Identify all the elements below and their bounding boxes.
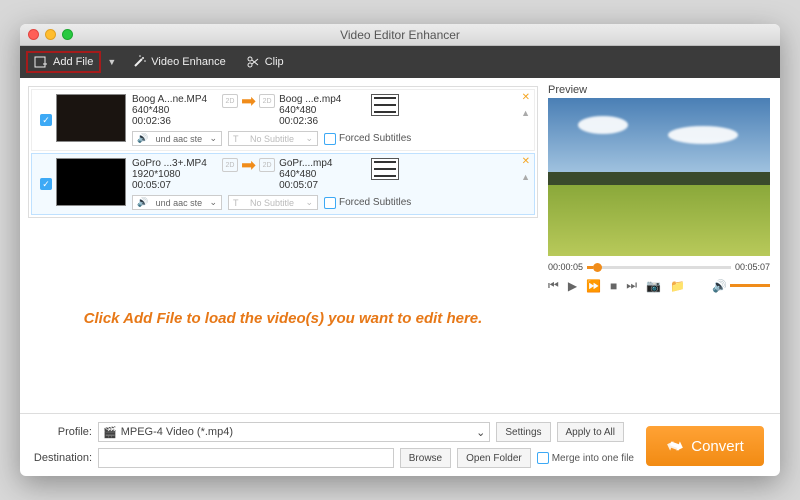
seek-slider[interactable] (587, 266, 731, 269)
prev-button[interactable]: ⏮ (548, 278, 559, 293)
output-format-icon[interactable] (371, 158, 399, 180)
open-folder-button[interactable]: Open Folder (457, 448, 531, 468)
arrow-icon: ➡ (241, 95, 256, 107)
audio-track-select[interactable]: 🔊und aac ste⌄ (132, 195, 222, 210)
browse-button[interactable]: Browse (400, 448, 451, 468)
add-file-button[interactable]: Add File (26, 51, 101, 73)
audio-track-select[interactable]: 🔊und aac ste⌄ (132, 131, 222, 146)
src-filename: Boog A...ne.MP4 (132, 94, 218, 105)
convert-label: Convert (691, 438, 744, 455)
src-2d-badge: 2D (222, 158, 238, 172)
time-total: 00:05:07 (735, 262, 770, 272)
next-button[interactable]: ⏭ (626, 278, 637, 293)
src-filename: GoPro ...3+.MP4 (132, 158, 218, 169)
wand-icon (132, 55, 146, 69)
window-title: Video Editor Enhancer (20, 28, 780, 42)
dst-duration: 00:02:36 (279, 116, 365, 127)
subtitle-select[interactable]: TNo Subtitle⌄ (228, 195, 318, 210)
src-resolution: 640*480 (132, 105, 218, 116)
convert-icon (666, 437, 684, 455)
file-row[interactable]: ✓ Boog A...ne.MP4 640*480 00:02:36 2D ➡ (31, 89, 535, 151)
toolbar: Add File ▼ Video Enhance Clip (20, 46, 780, 78)
snapshot-button[interactable]: 📷 (646, 279, 661, 293)
empty-hint: Click Add File to load the video(s) you … (28, 224, 538, 413)
content: ✓ Boog A...ne.MP4 640*480 00:02:36 2D ➡ (20, 78, 780, 413)
forced-subtitles-check[interactable]: Forced Subtitles (324, 195, 411, 210)
preview-panel: Preview 00:00:05 00:05:07 ⏮ ▶ ⏩ ■ ⏭ 📷 (546, 78, 780, 413)
output-format-icon[interactable] (371, 94, 399, 116)
profile-select[interactable]: 🎬MPEG-4 Video (*.mp4) ⌄ (98, 422, 490, 442)
scissors-icon (246, 55, 260, 69)
move-row-button[interactable]: ▲ (521, 172, 530, 182)
file-panel: ✓ Boog A...ne.MP4 640*480 00:02:36 2D ➡ (20, 78, 546, 413)
open-snapshot-folder-button[interactable]: 📁 (670, 279, 685, 293)
playback-controls: ⏮ ▶ ⏩ ■ ⏭ 📷 📁 🔊 (548, 278, 770, 293)
src-duration: 00:05:07 (132, 180, 218, 191)
fast-forward-button[interactable]: ⏩ (586, 279, 601, 293)
dst-filename: GoPr....mp4 (279, 158, 365, 169)
add-file-icon (34, 55, 48, 69)
remove-row-button[interactable]: ✕ (522, 156, 530, 167)
thumbnail (56, 158, 126, 206)
time-current: 00:00:05 (548, 262, 583, 272)
video-enhance-label: Video Enhance (151, 56, 225, 68)
dst-duration: 00:05:07 (279, 180, 365, 191)
forced-subtitles-check[interactable]: Forced Subtitles (324, 131, 411, 146)
stop-button[interactable]: ■ (610, 279, 617, 293)
volume-slider[interactable] (730, 284, 770, 287)
chevron-down-icon: ⌄ (476, 426, 485, 439)
row-checkbox[interactable]: ✓ (36, 94, 56, 146)
add-file-label: Add File (53, 56, 93, 68)
destination-label: Destination: (30, 452, 92, 464)
remove-row-button[interactable]: ✕ (522, 92, 530, 103)
profile-format-icon: 🎬 (103, 426, 117, 439)
convert-button[interactable]: Convert (646, 426, 764, 466)
src-2d-badge: 2D (222, 94, 238, 108)
dst-filename: Boog ...e.mp4 (279, 94, 365, 105)
preview-video[interactable] (548, 98, 770, 256)
clip-label: Clip (265, 56, 284, 68)
row-checkbox[interactable]: ✓ (36, 158, 56, 210)
thumbnail (56, 94, 126, 142)
move-row-button[interactable]: ▲ (521, 108, 530, 118)
src-resolution: 1920*1080 (132, 169, 218, 180)
settings-button[interactable]: Settings (496, 422, 550, 442)
app-window: Video Editor Enhancer Add File ▼ Video E… (20, 24, 780, 476)
apply-all-button[interactable]: Apply to All (557, 422, 624, 442)
dst-resolution: 640*480 (279, 169, 365, 180)
dst-2d-badge: 2D (259, 94, 275, 108)
video-enhance-button[interactable]: Video Enhance (124, 51, 233, 73)
arrow-icon: ➡ (241, 159, 256, 171)
clip-button[interactable]: Clip (238, 51, 292, 73)
conversion-arrow: 2D ➡ 2D (222, 158, 275, 172)
file-list: ✓ Boog A...ne.MP4 640*480 00:02:36 2D ➡ (28, 86, 538, 218)
preview-label: Preview (548, 84, 770, 96)
volume-icon[interactable]: 🔊 (712, 279, 727, 293)
play-button[interactable]: ▶ (568, 279, 577, 293)
merge-checkbox[interactable]: Merge into one file (537, 452, 634, 464)
conversion-arrow: 2D ➡ 2D (222, 94, 275, 108)
src-duration: 00:02:36 (132, 116, 218, 127)
dst-resolution: 640*480 (279, 105, 365, 116)
destination-input[interactable] (98, 448, 394, 468)
subtitle-select[interactable]: TNo Subtitle⌄ (228, 131, 318, 146)
add-file-dropdown[interactable]: ▼ (103, 53, 120, 71)
dst-2d-badge: 2D (259, 158, 275, 172)
titlebar: Video Editor Enhancer (20, 24, 780, 46)
profile-label: Profile: (30, 426, 92, 438)
file-row[interactable]: ✓ GoPro ...3+.MP4 1920*1080 00:05:07 2D (31, 153, 535, 215)
